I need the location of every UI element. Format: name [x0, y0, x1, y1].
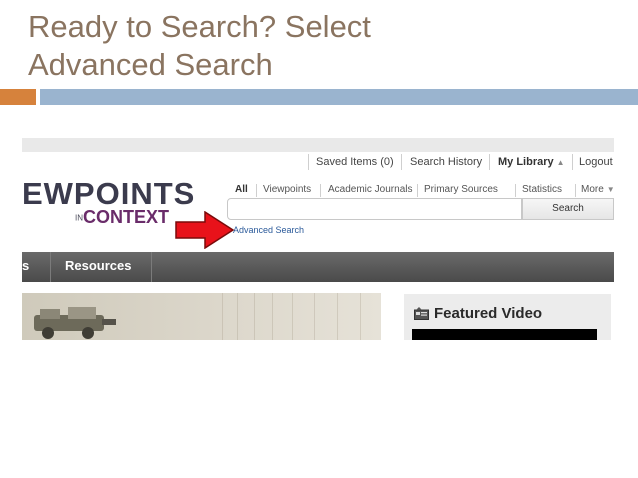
divider: [489, 154, 490, 170]
website-screenshot: Saved Items (0) Search History My Librar…: [22, 138, 614, 340]
my-library-menu[interactable]: My Library ▲: [498, 156, 565, 168]
saved-items-link[interactable]: Saved Items (0): [316, 156, 394, 168]
video-player[interactable]: [412, 329, 597, 340]
hero-image: [22, 293, 381, 340]
utility-nav: Saved Items (0) Search History My Librar…: [22, 152, 614, 172]
filter-primary-sources[interactable]: Primary Sources: [424, 184, 498, 195]
search-button[interactable]: Search: [522, 198, 614, 220]
slide-title-line-1: Ready to Search? Select: [28, 9, 371, 44]
filter-viewpoints[interactable]: Viewpoints: [263, 184, 311, 195]
logo: EWPOINTS: [22, 176, 196, 211]
divider: [320, 184, 321, 197]
logo-subtitle: INCONTEXT: [75, 207, 169, 228]
texture-line: [314, 293, 315, 340]
logout-link[interactable]: Logout: [579, 156, 613, 168]
texture-line: [272, 293, 273, 340]
main-nav: s Resources: [22, 252, 614, 282]
divider: [572, 154, 573, 170]
divider: [151, 252, 152, 282]
divider: [401, 154, 402, 170]
accent-bar-orange: [0, 89, 36, 105]
advanced-search-link[interactable]: Advanced Search: [233, 225, 304, 235]
triangle-down-icon: ▼: [606, 185, 614, 194]
search-history-link[interactable]: Search History: [410, 156, 482, 168]
texture-line: [360, 293, 361, 340]
slide-title-line-2: Advanced Search: [28, 47, 273, 82]
filter-more[interactable]: More ▼: [581, 184, 614, 195]
filter-all[interactable]: All: [235, 184, 248, 195]
texture-line: [222, 293, 223, 340]
divider: [417, 184, 418, 197]
search-input[interactable]: [227, 198, 522, 220]
slide-title: Ready to Search? Select Advanced Search: [28, 8, 588, 84]
filter-more-label: More: [581, 184, 604, 195]
featured-video-panel: Featured Video: [404, 294, 611, 340]
logo-context: CONTEXT: [83, 207, 170, 227]
texture-line: [254, 293, 255, 340]
browser-top-strip: [22, 138, 614, 152]
triangle-up-icon: ▲: [556, 158, 565, 167]
filter-statistics[interactable]: Statistics: [522, 184, 562, 195]
logo-in: IN: [75, 213, 83, 223]
red-arrow-icon: [175, 211, 235, 249]
nav-item-resources[interactable]: Resources: [65, 252, 131, 282]
my-library-label: My Library: [498, 156, 554, 168]
texture-line: [237, 293, 238, 340]
featured-video-title: Featured Video: [434, 305, 543, 322]
texture-line: [337, 293, 338, 340]
divider: [515, 184, 516, 197]
filter-academic-journals[interactable]: Academic Journals: [328, 184, 412, 195]
divider: [256, 184, 257, 197]
accent-bar-blue: [40, 89, 638, 105]
divider: [575, 184, 576, 197]
divider: [50, 252, 51, 282]
hero-machine-graphic: [34, 307, 116, 339]
nav-item-partial[interactable]: s: [22, 252, 29, 282]
video-icon: [414, 307, 429, 320]
divider: [308, 154, 309, 170]
search-filters: All Viewpoints Academic Journals Primary…: [230, 184, 614, 198]
texture-line: [292, 293, 293, 340]
